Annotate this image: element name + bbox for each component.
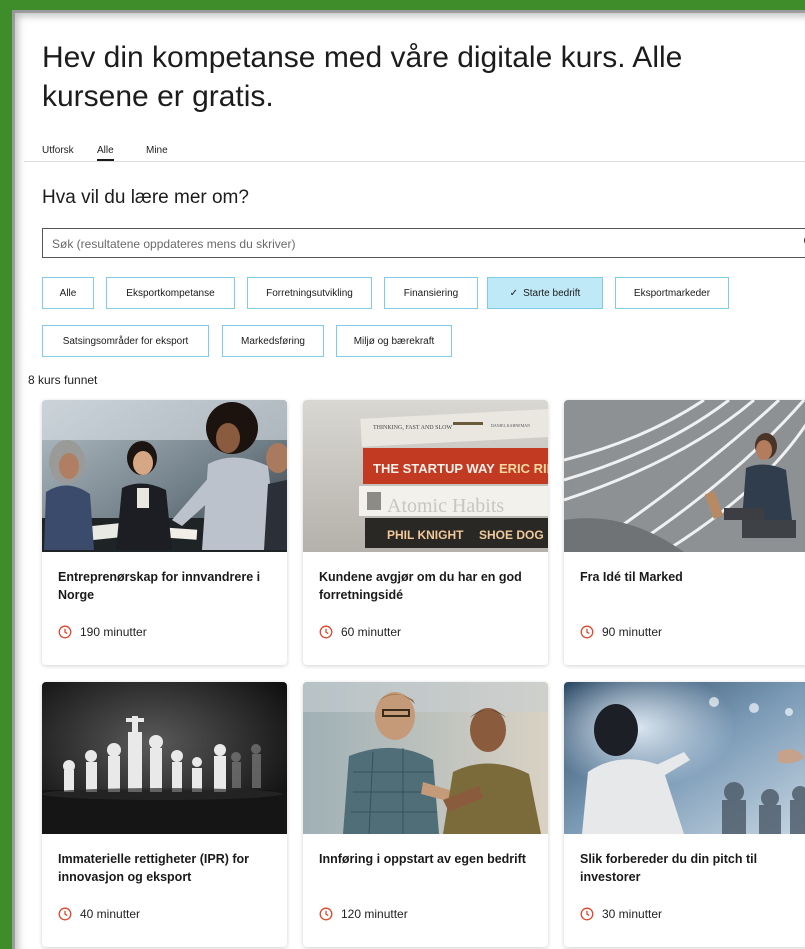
search-input[interactable]: Søk (resultatene oppdateres mens du skri… <box>42 228 805 258</box>
book-spine-text: PHIL KNIGHT <box>387 528 464 542</box>
clock-icon <box>580 625 594 639</box>
book-spine-text: THINKING, FAST AND SLOW <box>373 425 452 431</box>
course-duration: 120 minutter <box>319 907 408 921</box>
clock-icon <box>319 907 333 921</box>
duration-text: 120 minutter <box>341 907 408 921</box>
chip-label: Eksportmarkeder <box>633 287 711 299</box>
tab-bar: Utforsk Alle Mine <box>24 141 805 162</box>
duration-text: 30 minutter <box>602 907 663 921</box>
check-icon: ✓ <box>509 287 519 299</box>
book-spine-text: DANIEL KAHNEMAN <box>491 423 530 428</box>
book-spine-text: THE STARTUP WAY <box>373 461 495 476</box>
page-title: Hev din kompetanse med våre digitale kur… <box>42 41 683 113</box>
course-duration: 60 minutter <box>319 625 401 639</box>
chip-label: Satsingsområder for eksport <box>62 335 189 347</box>
course-card[interactable]: Entreprenørskap for innvandrere i Norge … <box>42 400 287 665</box>
course-image-chess <box>42 682 287 834</box>
course-duration: 30 minutter <box>580 907 662 921</box>
course-duration: 40 minutter <box>58 907 140 921</box>
duration-text: 190 minutter <box>80 625 147 639</box>
course-title: Kundene avgjør om du har en god forretni… <box>319 570 522 602</box>
clock-icon <box>580 907 594 921</box>
results-count: 8 kurs funnet <box>28 373 98 387</box>
filter-chip-alle[interactable]: Alle <box>42 277 94 309</box>
course-card[interactable]: Slik forbereder du din pitch til investo… <box>564 682 805 947</box>
clock-icon <box>58 625 72 639</box>
duration-text: 40 minutter <box>80 907 141 921</box>
tab-alle[interactable]: Alle <box>97 145 114 161</box>
filter-chip-starte-bedrift[interactable]: ✓ Starte bedrift <box>487 277 603 309</box>
tab-utforsk[interactable]: Utforsk <box>42 145 74 156</box>
course-card[interactable]: Immaterielle rettigheter (IPR) for innov… <box>42 682 287 947</box>
tab-mine[interactable]: Mine <box>146 145 168 156</box>
course-image-books: THINKING, FAST AND SLOW DANIEL KAHNEMAN … <box>303 400 548 552</box>
course-image-meeting <box>42 400 287 552</box>
course-title: Entreprenørskap for innvandrere i Norge <box>58 570 261 602</box>
chip-label: Eksportkompetanse <box>126 287 215 299</box>
course-image-pitch <box>564 682 805 834</box>
chip-label: Forretningsutvikling <box>266 287 353 299</box>
filter-chip-finansiering[interactable]: Finansiering <box>384 277 478 309</box>
course-card[interactable]: Fra Idé til Marked 90 minutter <box>564 400 805 665</box>
section-heading: Hva vil du lære mer om? <box>42 187 249 208</box>
duration-text: 90 minutter <box>602 625 663 639</box>
course-image-two-men <box>303 682 548 834</box>
book-spine-text: Atomic Habits <box>387 495 504 517</box>
course-duration: 190 minutter <box>58 625 147 639</box>
clock-icon <box>58 907 72 921</box>
course-duration: 90 minutter <box>580 625 662 639</box>
book-spine-text: SHOE DOG <box>479 528 544 542</box>
course-image-road-lines <box>564 400 805 552</box>
page-content: Hev din kompetanse med våre digitale kur… <box>24 0 805 949</box>
chip-label: Markedsføring <box>241 335 305 347</box>
chip-label: Alle <box>59 287 77 299</box>
course-card[interactable]: Innføring i oppstart av egen bedrift 120… <box>303 682 548 947</box>
course-title: Innføring i oppstart av egen bedrift <box>319 852 526 866</box>
duration-text: 60 minutter <box>341 625 402 639</box>
clock-icon <box>319 625 333 639</box>
filter-chip-miljo[interactable]: Miljø og bærekraft <box>336 325 452 357</box>
search-placeholder: Søk (resultatene oppdateres mens du skri… <box>52 237 296 251</box>
filter-chip-eksportmarkeder[interactable]: Eksportmarkeder <box>615 277 729 309</box>
chip-label: Finansiering <box>403 287 459 299</box>
course-title: Fra Idé til Marked <box>580 570 683 584</box>
book-spine-text: ERIC RIES <box>499 461 548 476</box>
filter-chip-eksportkompetanse[interactable]: Eksportkompetanse <box>106 277 235 309</box>
chip-label: Miljø og bærekraft <box>353 335 435 347</box>
chip-label: Starte bedrift <box>523 287 581 299</box>
course-card[interactable]: THINKING, FAST AND SLOW DANIEL KAHNEMAN … <box>303 400 548 665</box>
filter-chip-markedsforing[interactable]: Markedsføring <box>222 325 324 357</box>
course-title: Immaterielle rettigheter (IPR) for innov… <box>58 852 250 884</box>
filter-chip-satsingsomrader[interactable]: Satsingsområder for eksport <box>42 325 209 357</box>
filter-chip-forretningsutvikling[interactable]: Forretningsutvikling <box>247 277 372 309</box>
course-title: Slik forbereder du din pitch til investo… <box>580 852 758 884</box>
